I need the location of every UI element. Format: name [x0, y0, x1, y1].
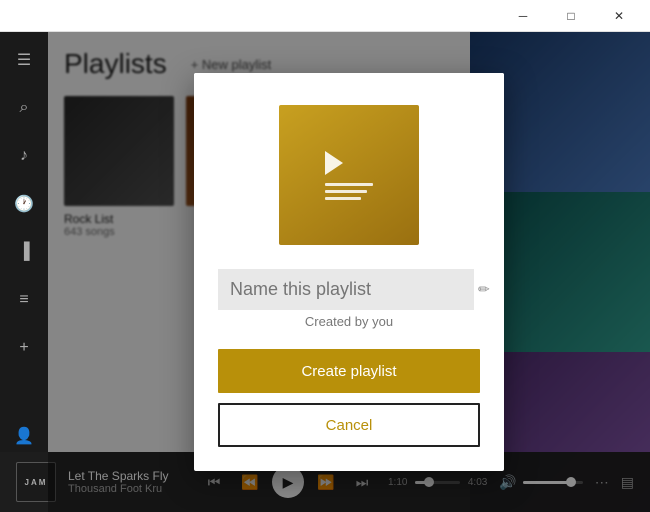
lines-icon	[325, 183, 373, 200]
create-playlist-dialog: ✏ Created by you Create playlist Cancel	[194, 73, 504, 471]
main-area: Playlists + New playlist Rock List 643 s…	[48, 32, 650, 512]
sidebar: ☰ ⌕ ♪ 🕐 ▐ ≡ + 👤 ⚙	[0, 32, 48, 512]
app-content: ☰ ⌕ ♪ 🕐 ▐ ≡ + 👤 ⚙ Playlists + New playli…	[0, 32, 650, 512]
sidebar-icon-search[interactable]: ⌕	[4, 88, 44, 128]
sidebar-icon-add[interactable]: +	[4, 328, 44, 368]
created-by-label: Created by you	[305, 314, 393, 329]
dialog-overlay: ✏ Created by you Create playlist Cancel	[48, 32, 650, 512]
playlist-name-input[interactable]	[218, 269, 474, 310]
play-arrow-icon	[325, 151, 343, 175]
line-2	[325, 190, 367, 193]
cancel-button[interactable]: Cancel	[218, 403, 480, 447]
sidebar-icon-user[interactable]: 👤	[4, 416, 44, 456]
sidebar-icon-chart[interactable]: ▐	[4, 232, 44, 272]
jam-logo-text: JAM	[25, 478, 48, 487]
sidebar-icon-history[interactable]: 🕐	[4, 184, 44, 224]
playlist-icon-box	[279, 105, 419, 245]
sidebar-icon-music[interactable]: ♪	[4, 136, 44, 176]
edit-icon-button[interactable]: ✏	[478, 272, 490, 308]
create-playlist-button[interactable]: Create playlist	[218, 349, 480, 393]
window-controls: ─ □ ✕	[500, 0, 642, 32]
line-3	[325, 197, 361, 200]
maximize-button[interactable]: □	[548, 0, 594, 32]
name-field-row: ✏	[194, 269, 504, 310]
sidebar-icon-list[interactable]: ≡	[4, 280, 44, 320]
title-bar: ─ □ ✕	[0, 0, 650, 32]
line-1	[325, 183, 373, 186]
sidebar-icon-menu[interactable]: ☰	[4, 40, 44, 80]
dialog-icon-area	[194, 73, 504, 269]
close-button[interactable]: ✕	[596, 0, 642, 32]
minimize-button[interactable]: ─	[500, 0, 546, 32]
